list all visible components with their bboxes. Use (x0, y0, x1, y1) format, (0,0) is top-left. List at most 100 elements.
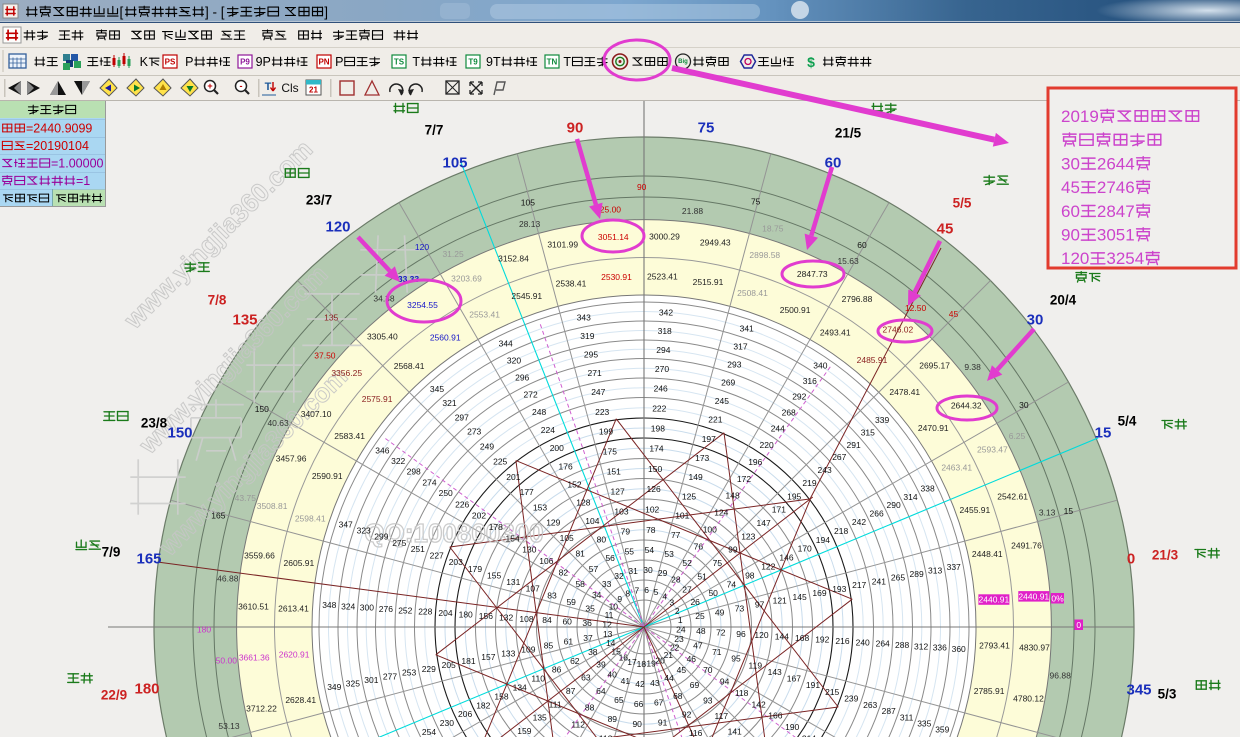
svg-text:TN: TN (547, 58, 558, 67)
svg-text:74: 74 (727, 579, 737, 589)
svg-text:15: 15 (1095, 425, 1112, 442)
svg-text:3000.29: 3000.29 (649, 232, 680, 242)
svg-text:2508.41: 2508.41 (737, 288, 768, 298)
svg-text:205: 205 (442, 660, 456, 670)
svg-text:75: 75 (698, 120, 715, 137)
svg-text:179: 179 (468, 564, 482, 574)
svg-text:24: 24 (676, 625, 686, 635)
svg-text:202: 202 (472, 511, 486, 521)
svg-text:319: 319 (580, 331, 594, 341)
svg-text:95: 95 (731, 654, 741, 664)
svg-text:190: 190 (785, 722, 799, 732)
svg-text:142: 142 (752, 699, 766, 709)
svg-text:34.38: 34.38 (373, 293, 395, 303)
svg-text:150: 150 (167, 425, 192, 442)
svg-text:153: 153 (533, 502, 547, 512)
svg-text:2644: 2644 (1097, 154, 1135, 173)
svg-text:341: 341 (740, 324, 754, 334)
svg-text:324: 324 (341, 601, 355, 611)
svg-text:145: 145 (793, 592, 807, 602)
svg-text:345: 345 (1126, 682, 1151, 699)
svg-text:2746: 2746 (1097, 178, 1135, 197)
svg-text:8: 8 (625, 589, 630, 599)
svg-text:P9: P9 (240, 58, 250, 67)
svg-text:15: 15 (1064, 506, 1074, 516)
svg-text:171: 171 (772, 505, 786, 515)
svg-text:62: 62 (570, 656, 580, 666)
svg-text:31.25: 31.25 (442, 249, 464, 259)
svg-text:4: 4 (662, 591, 667, 601)
svg-text:275: 275 (392, 538, 406, 548)
svg-text:251: 251 (411, 544, 425, 554)
svg-text:5: 5 (654, 587, 659, 597)
svg-text:3051: 3051 (1097, 226, 1135, 245)
svg-text:3101.99: 3101.99 (547, 240, 578, 250)
svg-text:] - [: ] - [ (205, 5, 225, 20)
svg-text:2575.91: 2575.91 (362, 394, 393, 404)
svg-text:297: 297 (455, 412, 469, 422)
svg-text:290: 290 (887, 500, 901, 510)
svg-text:21/3: 21/3 (1152, 548, 1179, 563)
svg-text:135: 135 (533, 713, 547, 723)
svg-text:125: 125 (682, 491, 696, 501)
svg-text:2542.61: 2542.61 (997, 492, 1028, 502)
svg-text:244: 244 (771, 424, 785, 434)
svg-text:116: 116 (689, 728, 703, 737)
svg-text:12: 12 (602, 619, 612, 629)
svg-text:59: 59 (566, 597, 576, 607)
svg-text:5/5: 5/5 (953, 196, 972, 211)
svg-text:2628.41: 2628.41 (285, 695, 316, 705)
svg-text:K: K (140, 55, 149, 69)
svg-text:110: 110 (531, 674, 545, 684)
svg-text:=2440.9099: =2440.9099 (26, 122, 92, 136)
svg-text:271: 271 (588, 368, 602, 378)
svg-text:84: 84 (542, 615, 552, 625)
svg-text:2583.41: 2583.41 (334, 431, 365, 441)
svg-text:221: 221 (708, 415, 722, 425)
svg-text:2545.91: 2545.91 (511, 291, 542, 301)
svg-text:30: 30 (1019, 400, 1029, 410)
svg-text:143: 143 (768, 667, 782, 677)
svg-text:120: 120 (754, 630, 768, 640)
svg-text:242: 242 (852, 517, 866, 527)
svg-text:50: 50 (708, 588, 718, 598)
svg-text:23/7: 23/7 (306, 193, 332, 208)
svg-text:149: 149 (689, 472, 703, 482)
svg-text:3152.84: 3152.84 (498, 253, 529, 263)
svg-text:43: 43 (650, 678, 660, 688)
svg-text:43.75: 43.75 (235, 493, 257, 503)
svg-text:165: 165 (211, 510, 225, 520)
svg-text:217: 217 (852, 580, 866, 590)
svg-text:3051.14: 3051.14 (598, 232, 629, 242)
svg-text:2491.76: 2491.76 (1011, 541, 1042, 551)
svg-text:135: 135 (232, 312, 257, 329)
svg-text:66: 66 (634, 699, 644, 709)
svg-text:=20190104: =20190104 (26, 139, 89, 153)
svg-text:2793.41: 2793.41 (979, 640, 1010, 650)
svg-text:2785.91: 2785.91 (974, 686, 1005, 696)
svg-text:337: 337 (947, 562, 961, 572)
svg-text:47: 47 (693, 641, 703, 651)
svg-text:168: 168 (795, 633, 809, 643)
svg-text:46.88: 46.88 (217, 574, 239, 584)
svg-text:9T: 9T (486, 55, 501, 69)
svg-text:314: 314 (903, 492, 917, 502)
svg-text:141: 141 (728, 726, 742, 736)
svg-text:2847.73: 2847.73 (797, 269, 828, 279)
svg-text:90: 90 (632, 719, 642, 729)
svg-text:318: 318 (658, 326, 672, 336)
svg-text:PN: PN (318, 58, 329, 67)
svg-text:45: 45 (1061, 178, 1080, 197)
svg-text:7/9: 7/9 (102, 545, 121, 560)
svg-text:147: 147 (757, 518, 771, 528)
svg-text:3559.66: 3559.66 (244, 551, 275, 561)
svg-text:+: + (207, 81, 212, 91)
svg-text:0%: 0% (1051, 594, 1064, 604)
svg-text:169: 169 (812, 588, 826, 598)
svg-text:48: 48 (696, 626, 706, 636)
svg-text:177: 177 (520, 487, 534, 497)
svg-text:288: 288 (895, 640, 909, 650)
svg-text:78: 78 (646, 525, 656, 535)
svg-text:180: 180 (197, 624, 211, 634)
svg-text:2605.91: 2605.91 (284, 558, 315, 568)
